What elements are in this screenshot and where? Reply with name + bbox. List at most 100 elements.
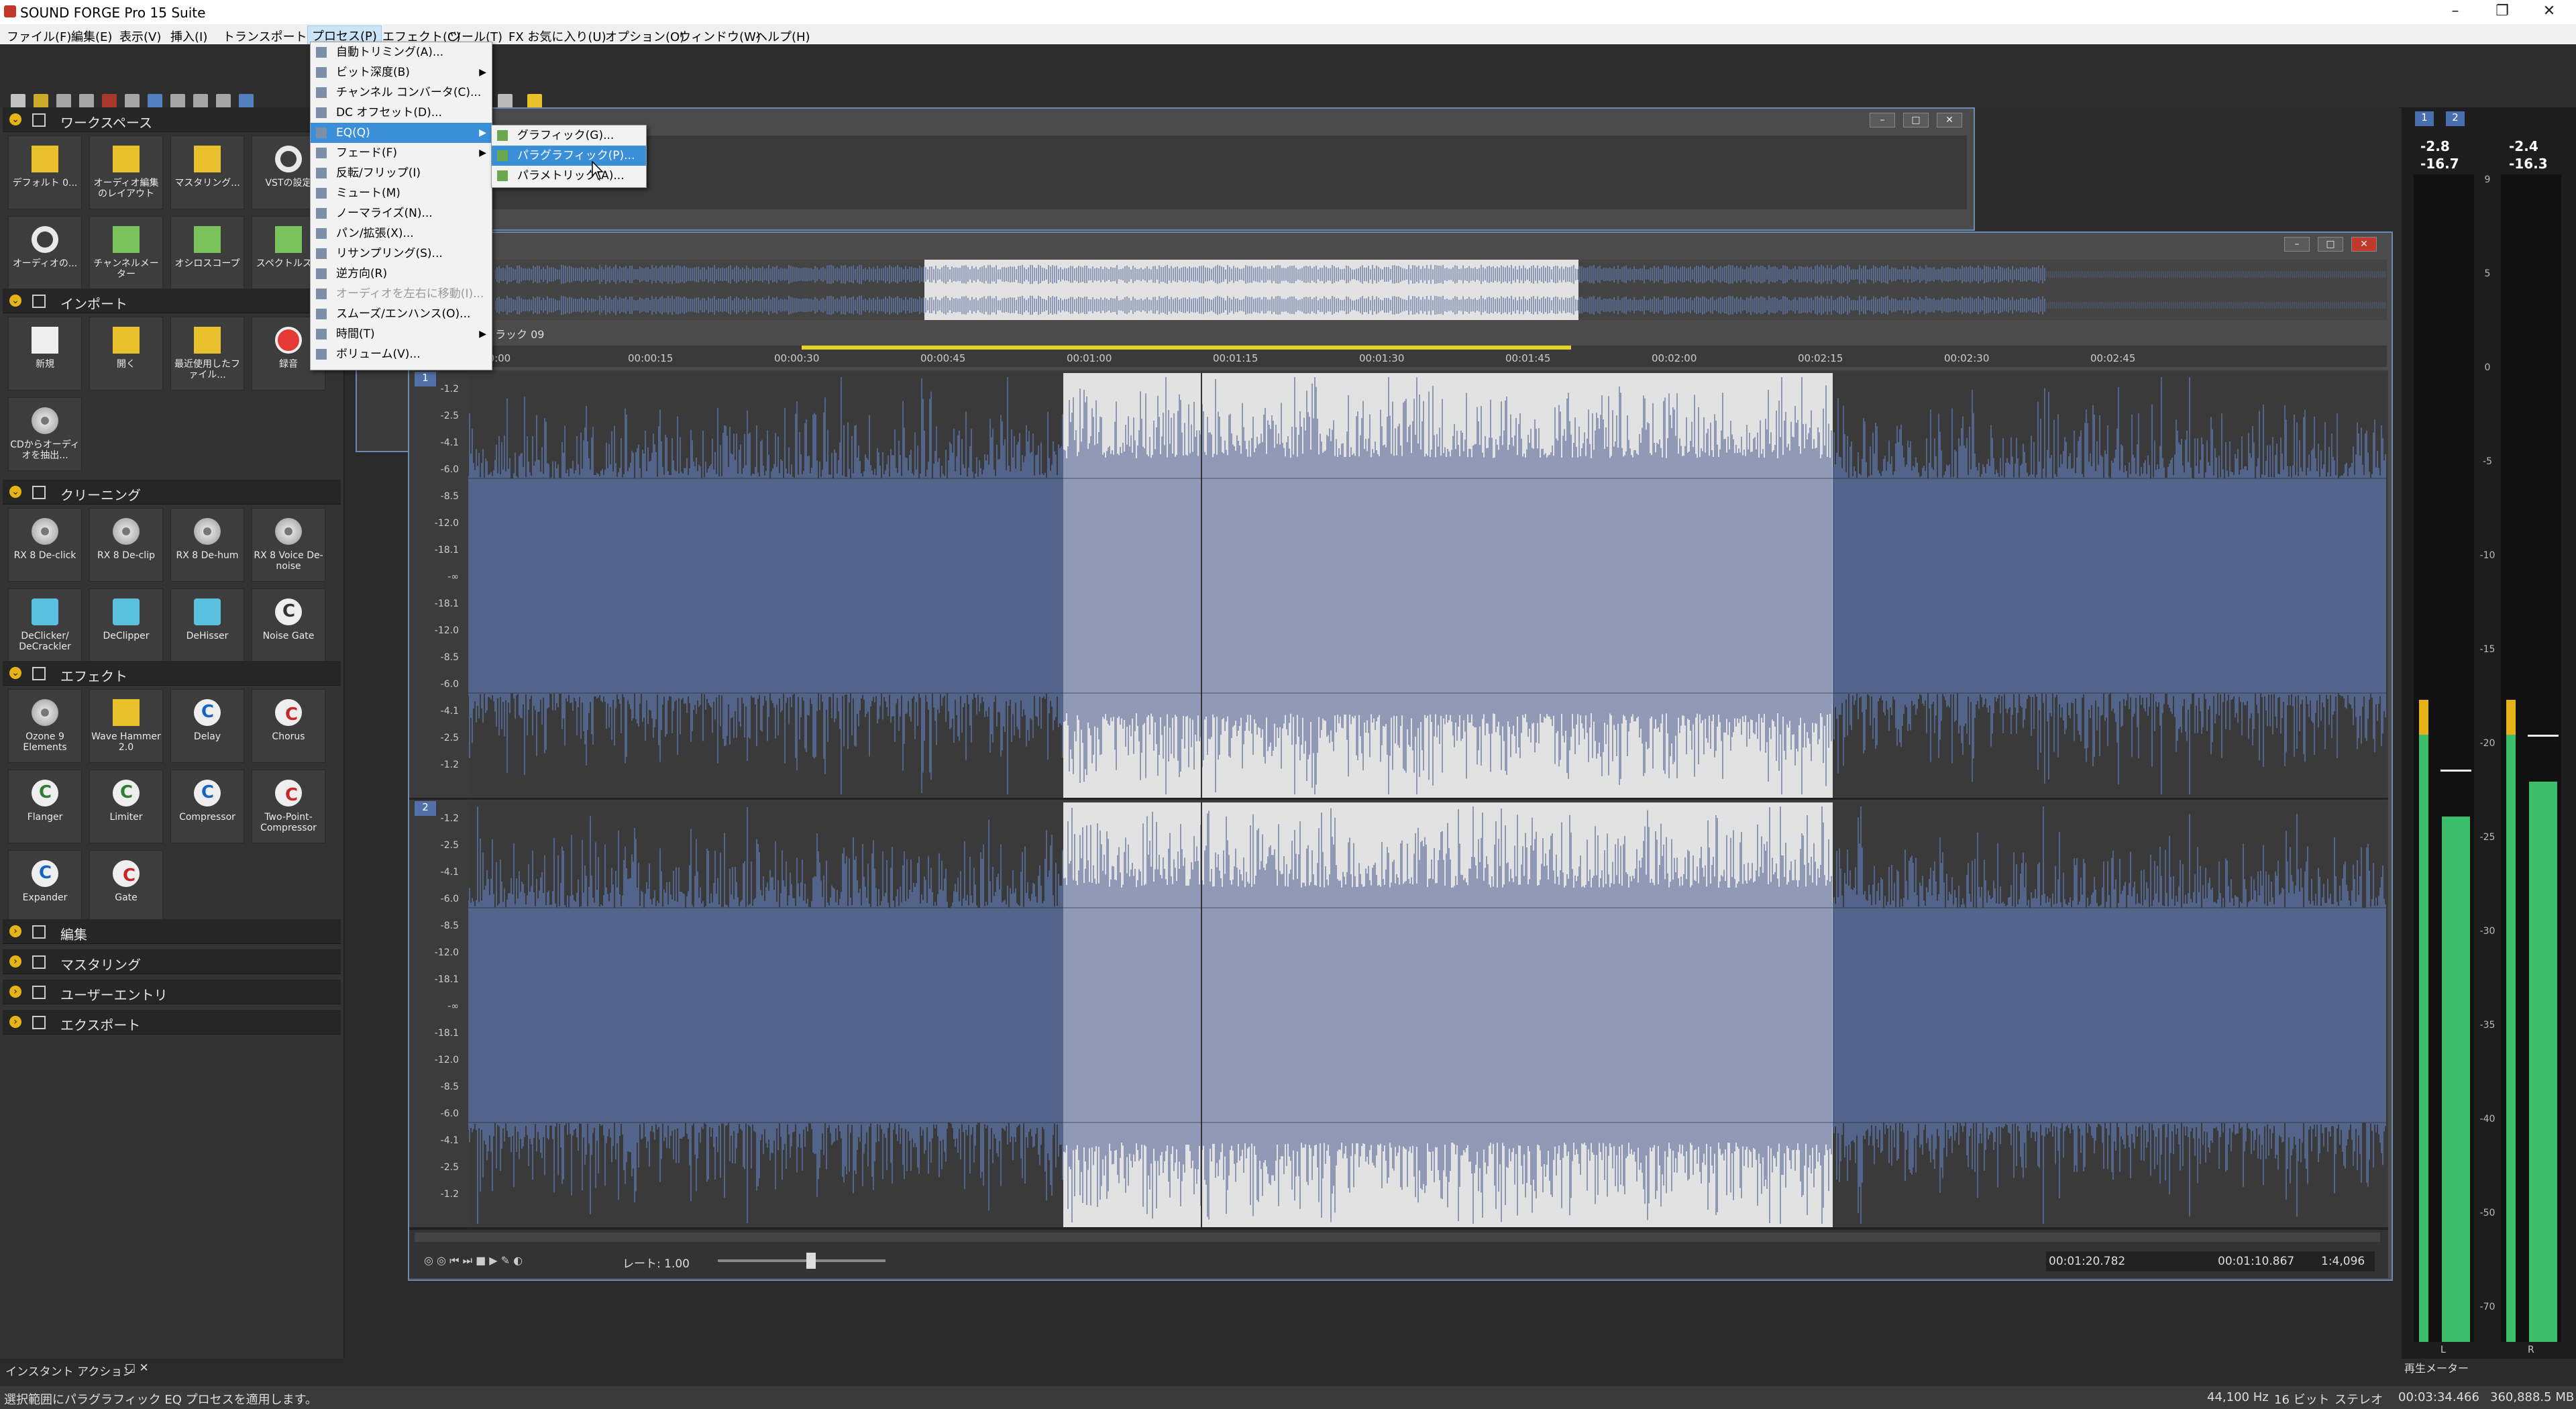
section-header-6[interactable]: › ユーザーエントリ	[3, 980, 341, 1004]
minimize-window-button[interactable]: –	[2284, 237, 2310, 252]
selection-bar[interactable]	[802, 346, 1571, 350]
collapse-toggle-icon[interactable]: ⌄	[9, 667, 21, 679]
toolbar-icon-tool-a[interactable]	[498, 94, 513, 109]
section-header-5[interactable]: › マスタリング	[3, 949, 341, 974]
restore-button[interactable]: ❐	[2482, 1, 2522, 21]
db-scale-label: -∞	[447, 1001, 459, 1012]
menu-3[interactable]: 挿入(I)	[166, 27, 211, 46]
collapse-toggle-icon[interactable]: ⌄	[9, 113, 21, 125]
toolbar-icon-5[interactable]	[125, 94, 140, 109]
tile-rx-2-1[interactable]: RX 8 De-clip	[89, 508, 163, 582]
close-button[interactable]: ✕	[2529, 1, 2569, 21]
toolbar-icon-9[interactable]	[216, 94, 231, 109]
timeline-tick: 00:01:15	[1213, 352, 1258, 364]
process-menu-item-0[interactable]: 自動トリミング(A)...	[311, 42, 492, 62]
section-header-7[interactable]: › エクスポート	[3, 1010, 341, 1035]
tile-layout-0-2[interactable]: マスタリング...	[170, 136, 244, 209]
rate-slider[interactable]	[718, 1259, 885, 1262]
tile-noise-gate-2-7[interactable]: Noise Gate	[252, 588, 325, 662]
tile-effect-c-3-2[interactable]: Delay	[170, 689, 244, 763]
overview-bar[interactable]	[495, 260, 2387, 320]
transport-buttons[interactable]: ◎ ◎ ⏮ ⏭ ■ ▶ ✎ ◐	[424, 1254, 523, 1267]
bg-close-button[interactable]: ✕	[1937, 113, 1962, 127]
tile-effect-c-3-7[interactable]: Two-Point-Compressor	[252, 770, 325, 843]
timeline-tick: 00:01:00	[1067, 352, 1112, 364]
db-scale-label: -6.0	[440, 894, 459, 904]
collapse-toggle-icon[interactable]: ›	[9, 925, 21, 937]
channel-divider	[409, 798, 2388, 800]
section-header-4[interactable]: › 編集	[3, 919, 341, 944]
tile-gear-0-4[interactable]: オーディオの...	[8, 216, 82, 290]
tile-new-file-1-0[interactable]: 新規	[8, 317, 82, 390]
tile-label: 新規	[36, 359, 54, 370]
tile-layout-0-1[interactable]: オーディオ編集のレイアウト	[89, 136, 163, 209]
rate-slider-thumb[interactable]	[806, 1253, 816, 1269]
bg-minimize-button[interactable]: –	[1870, 113, 1895, 127]
section-header-1[interactable]: ⌄ インポート	[3, 289, 341, 313]
tile-effect-c-3-4[interactable]: Flanger	[8, 770, 82, 843]
toolbar-icon-4[interactable]	[102, 94, 117, 109]
tile-dehisser-2-6[interactable]: DeHisser	[170, 588, 244, 662]
toolbar-icon-tool-b[interactable]	[527, 94, 542, 109]
tile-hammer-3-1[interactable]: Wave Hammer 2.0	[89, 689, 163, 763]
menu-0[interactable]: ファイル(F)	[3, 27, 75, 46]
tile-effect-c-3-5[interactable]: Limiter	[89, 770, 163, 843]
collapse-toggle-icon[interactable]: ⌄	[9, 486, 21, 498]
db-scale-label: -4.1	[440, 706, 459, 717]
toolbar-icon-2[interactable]	[56, 94, 71, 109]
tile-label: RX 8 Voice De-noise	[254, 550, 323, 572]
main-data-window[interactable]: – □ ✕ ラック 09 00:00 00:00:15 00:00:30 00:00:…	[408, 231, 2393, 1281]
tile-meter-0-6[interactable]: オシロスコープ	[170, 216, 244, 290]
tile-effect-c-3-3[interactable]: Chorus	[252, 689, 325, 763]
toolbar-icon-8[interactable]	[193, 94, 208, 109]
toolbar-icon-0[interactable]	[11, 94, 25, 109]
tile-folder-1-1[interactable]: 開く	[89, 317, 163, 390]
toolbar-icon-7[interactable]	[170, 94, 185, 109]
toolbar-icon-10[interactable]	[239, 94, 254, 109]
tile-declicker-2-4[interactable]: DeClicker/ DeCrackler	[8, 588, 82, 662]
toolbar-icon-6[interactable]	[148, 94, 162, 109]
bg-maximize-button[interactable]: □	[1903, 113, 1929, 127]
process-menu-item-2[interactable]: チャンネル コンバータ(C)...	[311, 83, 492, 103]
tile-rx-2-3[interactable]: RX 8 Voice De-noise	[252, 508, 325, 582]
collapse-toggle-icon[interactable]: ›	[9, 955, 21, 968]
process-menu-item-1[interactable]: ビット深度(B) ▶	[311, 62, 492, 83]
menu-item-label: チャンネル コンバータ(C)...	[336, 86, 482, 99]
tile-meter-0-5[interactable]: チャンネルメーター	[89, 216, 163, 290]
layout-icon	[194, 146, 221, 172]
toolbar-icon-1[interactable]	[34, 94, 48, 109]
tile-ozone-3-0[interactable]: Ozone 9 Elements	[8, 689, 82, 763]
tile-label: Expander	[22, 892, 68, 903]
effect-c-icon	[194, 780, 221, 806]
section-header-2[interactable]: ⌄ クリーニング	[3, 480, 341, 505]
menu-2[interactable]: 表示(V)	[115, 27, 165, 46]
waveform-channel-2[interactable]	[468, 802, 2387, 1228]
waveform-channel-1[interactable]	[468, 373, 2387, 798]
close-window-button[interactable]: ✕	[2351, 237, 2377, 252]
collapse-toggle-icon[interactable]: ›	[9, 986, 21, 998]
tile-recent-folder-1-2[interactable]: 最近使用したファイル...	[170, 317, 244, 390]
timeline-ruler[interactable]: 00:00 00:00:15 00:00:30 00:00:45 00:01:00 00:…	[476, 346, 2387, 367]
tile-effect-c-3-6[interactable]: Compressor	[170, 770, 244, 843]
menu-8[interactable]: FX お気に入り(U)	[504, 27, 610, 46]
db-scale-label: -6.0	[440, 464, 459, 475]
collapse-toggle-icon[interactable]: ⌄	[9, 295, 21, 307]
tile-layout-0-0[interactable]: デフォルト 0...	[8, 136, 82, 209]
tile-effect-c-3-8[interactable]: Expander	[8, 850, 82, 924]
section-header-0[interactable]: ⌄ ワークスペース	[3, 107, 341, 132]
section-header-3[interactable]: ⌄ エフェクト	[3, 661, 341, 686]
section-icon	[32, 295, 46, 308]
collapse-toggle-icon[interactable]: ›	[9, 1016, 21, 1028]
minimize-button[interactable]: –	[2435, 1, 2475, 21]
app-icon	[4, 5, 16, 17]
menu-1[interactable]: 編集(E)	[67, 27, 116, 46]
tile-declipper-2-5[interactable]: DeClipper	[89, 588, 163, 662]
maximize-window-button[interactable]: □	[2318, 237, 2343, 252]
toolbar-icon-3[interactable]	[79, 94, 94, 109]
tile-rx-2-0[interactable]: RX 8 De-click	[8, 508, 82, 582]
tile-effect-c-3-9[interactable]: Gate	[89, 850, 163, 924]
tile-rx-2-2[interactable]: RX 8 De-hum	[170, 508, 244, 582]
menu-11[interactable]: ヘルプ(H)	[751, 27, 814, 46]
horizontal-scrollbar[interactable]	[415, 1233, 2380, 1242]
tile-cd-1-4[interactable]: CDからオーディオを抽出...	[8, 397, 82, 471]
